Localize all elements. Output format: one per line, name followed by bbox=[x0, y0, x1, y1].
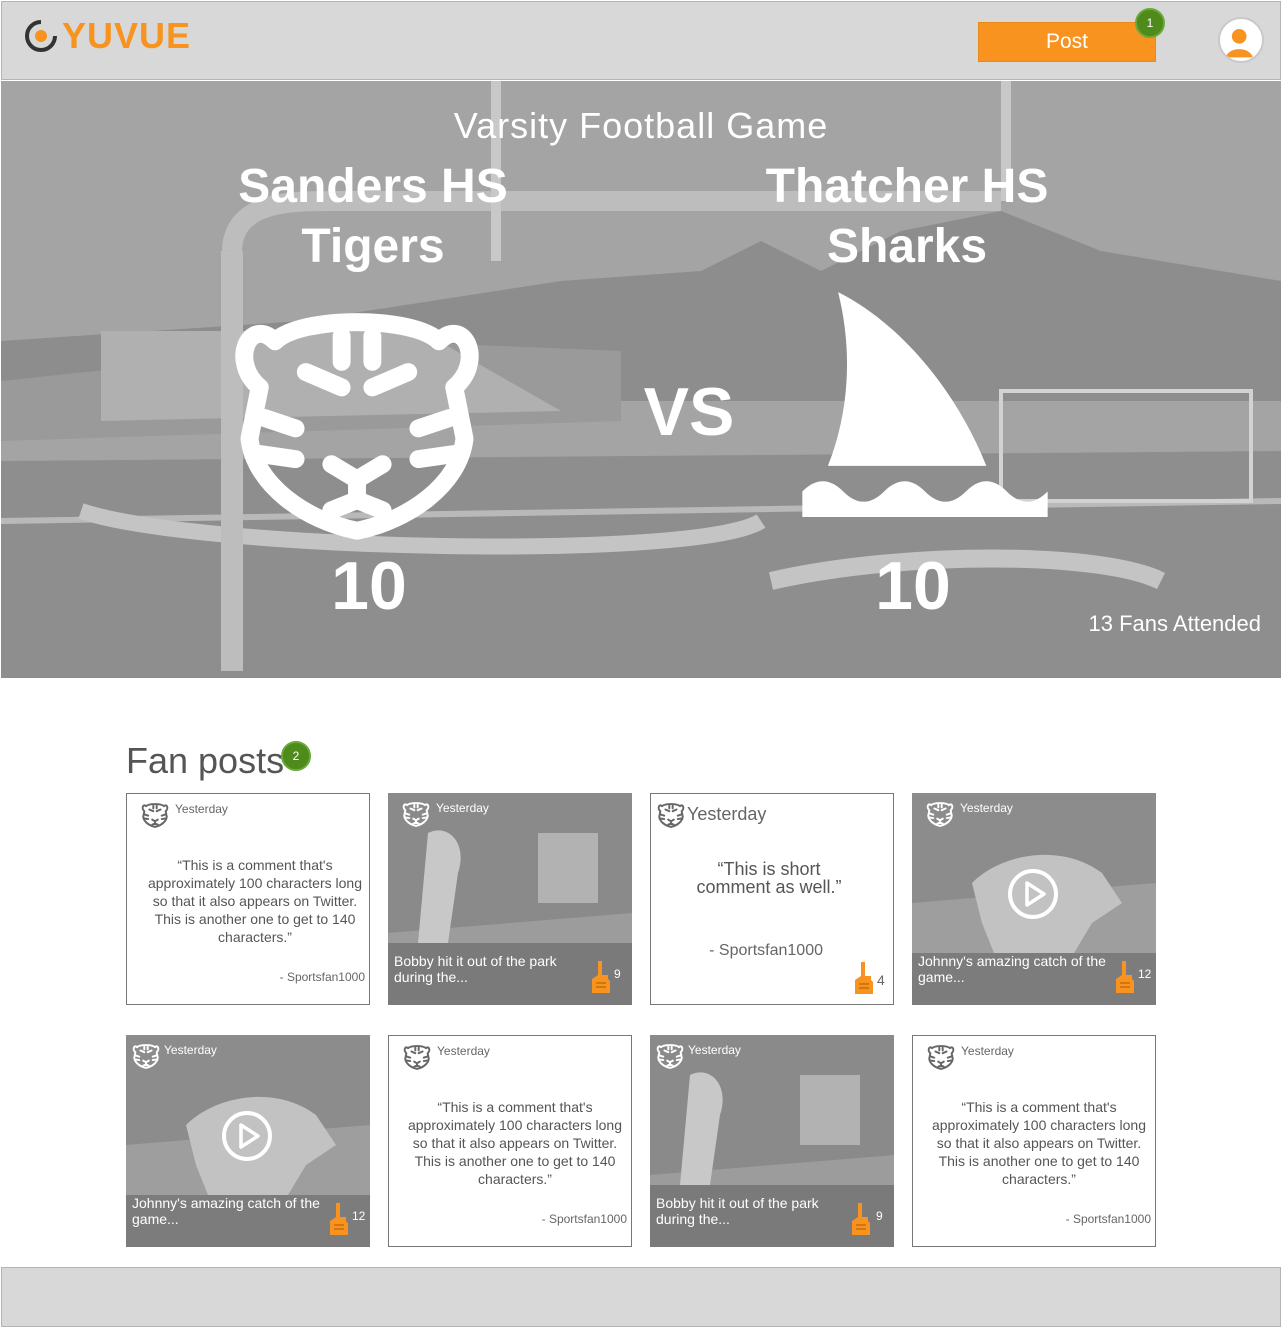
brand-logo[interactable]: YUVUE bbox=[24, 18, 191, 54]
tiger-head-icon bbox=[402, 799, 430, 827]
user-avatar[interactable] bbox=[1218, 17, 1264, 63]
like-count: 12 bbox=[1138, 967, 1152, 981]
post-caption: Johnny's amazing catch of the game... bbox=[132, 1195, 320, 1227]
home-team-name: Sanders HS Tigers bbox=[173, 157, 573, 277]
post-date: Yesterday bbox=[175, 802, 228, 816]
post-author: - Sportsfan1000 bbox=[541, 1212, 627, 1226]
away-mascot: Sharks bbox=[826, 220, 988, 273]
tiger-head-icon bbox=[141, 800, 169, 828]
tiger-head-icon bbox=[403, 1042, 431, 1070]
post-author: - Sportsfan1000 bbox=[1065, 1212, 1151, 1226]
notification-badge: 1 bbox=[1135, 8, 1165, 38]
post-date: Yesterday bbox=[437, 1044, 490, 1058]
post-comment: “This is a comment that's approximately … bbox=[147, 857, 362, 945]
app-header: YUVUE Post 1 bbox=[1, 1, 1281, 80]
fan-post-card[interactable]: Yesterday “This is a comment that's appr… bbox=[126, 793, 370, 1005]
foam-finger-icon[interactable] bbox=[1114, 959, 1136, 995]
post-date: Yesterday bbox=[687, 804, 767, 824]
away-team-name: Thatcher HS Sharks bbox=[707, 157, 1107, 277]
away-score: 10 bbox=[875, 548, 951, 624]
brand-name: YUVUE bbox=[62, 15, 192, 56]
post-caption: Bobby hit it out of the park during the.… bbox=[656, 1195, 819, 1227]
like-count: 12 bbox=[352, 1209, 366, 1223]
post-date: Yesterday bbox=[436, 801, 489, 815]
post-comment: “This is a comment that's approximately … bbox=[931, 1099, 1146, 1187]
away-school: Thatcher HS bbox=[765, 160, 1049, 213]
post-date: Yesterday bbox=[164, 1043, 217, 1057]
tiger-head-icon bbox=[927, 1042, 955, 1070]
fan-post-card[interactable]: Yesterday “This is short comment as well… bbox=[650, 793, 894, 1005]
versus-label: VS bbox=[643, 374, 735, 450]
like-count: 9 bbox=[876, 1209, 883, 1223]
post-caption: Johnny's amazing catch of the game... bbox=[918, 953, 1106, 985]
home-score: 10 bbox=[331, 548, 407, 624]
post-date: Yesterday bbox=[960, 801, 1013, 815]
fan-post-card[interactable]: Yesterday “This is a comment that's appr… bbox=[912, 1035, 1156, 1247]
fan-post-card[interactable]: Yesterday “This is a comment that's appr… bbox=[388, 1035, 632, 1247]
post-author: - Sportsfan1000 bbox=[279, 970, 365, 984]
home-mascot: Tigers bbox=[301, 220, 445, 273]
tiger-head-icon bbox=[132, 1041, 160, 1069]
fan-post-card[interactable]: Yesterday Johnny's amazing catch of the … bbox=[912, 793, 1156, 1005]
play-icon[interactable] bbox=[1007, 868, 1059, 920]
fan-post-card[interactable]: Yesterday Bobby hit it out of the park d… bbox=[388, 793, 632, 1005]
post-comment: “This is a comment that's approximately … bbox=[407, 1099, 622, 1187]
play-icon[interactable] bbox=[221, 1110, 273, 1162]
post-caption: Bobby hit it out of the park during the.… bbox=[394, 953, 557, 985]
home-school: Sanders HS bbox=[238, 160, 508, 213]
post-date: Yesterday bbox=[961, 1044, 1014, 1058]
like-count: 9 bbox=[614, 967, 621, 981]
shark-fin-icon bbox=[797, 287, 1053, 517]
foam-finger-icon[interactable] bbox=[328, 1201, 350, 1237]
foam-finger-icon[interactable] bbox=[850, 1201, 872, 1237]
fan-post-card[interactable]: Yesterday Johnny's amazing catch of the … bbox=[126, 1035, 370, 1247]
like-count: 4 bbox=[877, 972, 885, 988]
game-hero: Varsity Football Game Sanders HS Tigers … bbox=[1, 81, 1281, 678]
post-button[interactable]: Post bbox=[978, 22, 1156, 62]
fans-attended: 13 Fans Attended bbox=[1088, 611, 1261, 636]
tiger-head-icon bbox=[229, 285, 485, 541]
fan-posts-title: Fan posts bbox=[126, 740, 285, 781]
foam-finger-icon[interactable] bbox=[590, 959, 612, 995]
app-footer bbox=[1, 1267, 1281, 1327]
fan-post-card[interactable]: Yesterday Bobby hit it out of the park d… bbox=[650, 1035, 894, 1247]
foam-finger-icon[interactable] bbox=[853, 960, 875, 996]
user-icon bbox=[1225, 29, 1253, 58]
game-title: Varsity Football Game bbox=[453, 105, 829, 146]
tiger-head-icon bbox=[926, 799, 954, 827]
logo-mark-icon bbox=[25, 20, 57, 52]
post-date: Yesterday bbox=[688, 1043, 741, 1057]
fan-posts-count-badge: 2 bbox=[281, 741, 311, 771]
tiger-head-icon bbox=[656, 1041, 684, 1069]
tiger-head-icon bbox=[657, 800, 685, 828]
post-comment: “This is short comment as well.” bbox=[696, 859, 842, 897]
post-author: - Sportsfan1000 bbox=[709, 942, 823, 959]
